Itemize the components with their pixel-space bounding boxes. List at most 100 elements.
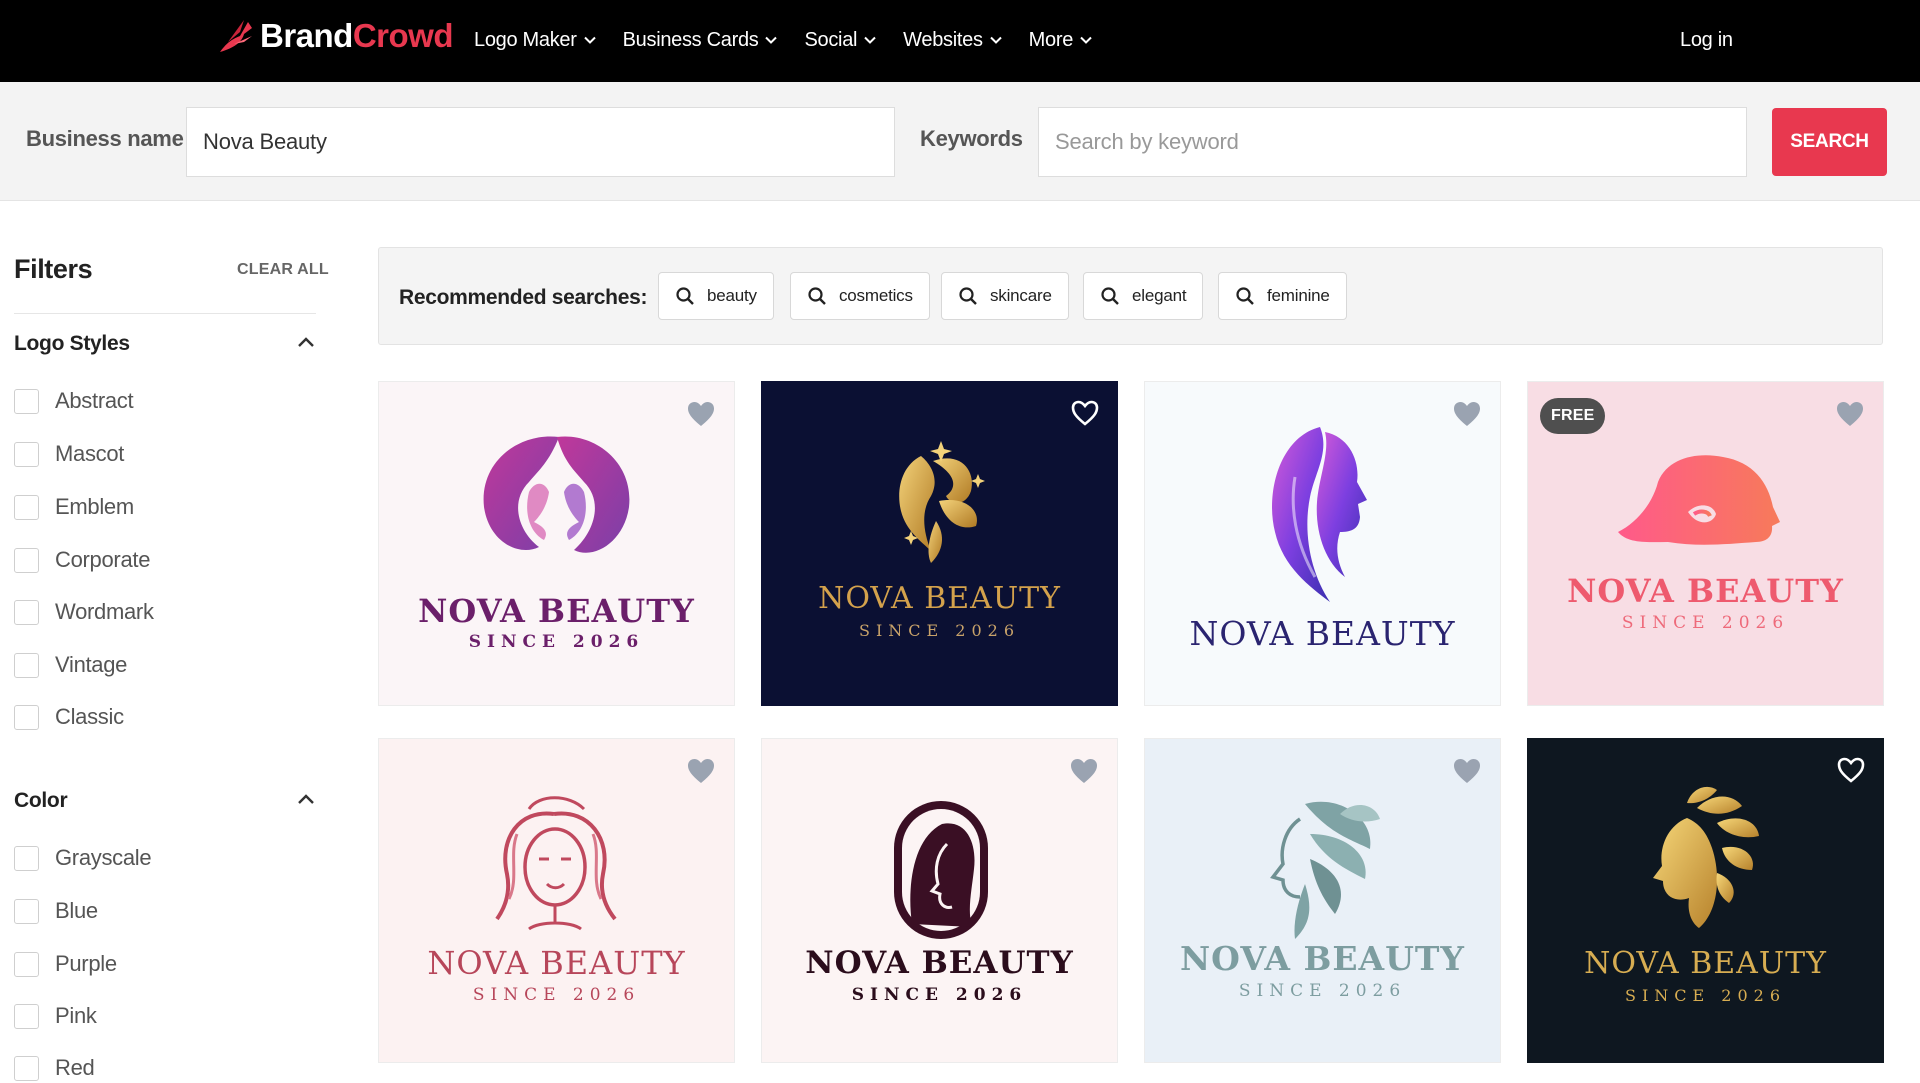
nav-websites-label: Websites: [903, 28, 983, 51]
brandcrowd-bird-icon: [220, 20, 252, 52]
filter-label: Red: [55, 1055, 95, 1080]
chip-cosmetics[interactable]: cosmetics: [790, 272, 930, 320]
nav-more-label: More: [1028, 28, 1074, 51]
keywords-input[interactable]: Search by keyword: [1038, 107, 1747, 177]
color-heading: Color: [14, 789, 68, 812]
nav-logo-maker[interactable]: Logo Maker: [474, 22, 597, 58]
chevron-up-icon[interactable]: [296, 790, 316, 810]
heart-icon[interactable]: [1069, 757, 1099, 785]
checkbox[interactable]: [14, 845, 39, 871]
heart-outline-icon[interactable]: [1070, 399, 1100, 427]
chip-feminine[interactable]: feminine: [1218, 272, 1347, 320]
logo-card[interactable]: NOVA BEAUTY SINCE 2026: [761, 738, 1118, 1063]
filter-classic[interactable]: Classic: [14, 702, 124, 732]
checkbox[interactable]: [14, 1003, 39, 1029]
logo-card[interactable]: NOVA BEAUTY SINCE 2026 FREE: [1527, 381, 1884, 706]
clear-all-button[interactable]: CLEAR ALL: [237, 261, 329, 279]
filter-abstract[interactable]: Abstract: [14, 386, 134, 416]
filter-pink[interactable]: Pink: [14, 1001, 97, 1031]
brand-name-part2: Crowd: [352, 17, 454, 54]
brand-name: BrandCrowd: [260, 17, 454, 55]
filter-red[interactable]: Red: [14, 1053, 95, 1083]
nav-websites[interactable]: Websites: [903, 22, 1003, 58]
logo-name: NOVA BEAUTY: [818, 581, 1061, 616]
logo-styles-heading: Logo Styles: [14, 332, 130, 355]
checkbox[interactable]: [14, 494, 39, 520]
heart-icon[interactable]: [686, 400, 716, 428]
checkbox[interactable]: [14, 599, 39, 625]
chip-beauty[interactable]: beauty: [658, 272, 774, 320]
recommended-searches: Recommended searches: beauty cosmetics s…: [378, 247, 1883, 345]
filter-emblem[interactable]: Emblem: [14, 492, 134, 522]
logo-card[interactable]: NOVA BEAUTY SINCE 2026: [1144, 738, 1501, 1063]
filter-grayscale[interactable]: Grayscale: [14, 843, 152, 873]
logo-card[interactable]: NOVA BEAUTY SINCE 2026: [378, 738, 735, 1063]
main-menu: Logo Maker Business Cards Social Website…: [474, 22, 1119, 58]
nav-business-cards-label: Business Cards: [622, 28, 759, 51]
heart-icon[interactable]: [1835, 400, 1865, 428]
search-icon: [1101, 287, 1119, 305]
heart-icon[interactable]: [1452, 400, 1482, 428]
logo-tagline: SINCE 2026: [1624, 986, 1786, 1005]
filter-purple[interactable]: Purple: [14, 949, 117, 979]
logo-name: NOVA BEAUTY: [427, 944, 686, 982]
recommended-label: Recommended searches:: [399, 286, 648, 309]
logo-name: NOVA BEAUTY: [1179, 939, 1465, 978]
logo-name: NOVA BEAUTY: [418, 592, 695, 630]
logo-card[interactable]: NOVA BEAUTY SINCE 2026: [1527, 738, 1884, 1063]
logo-name: NOVA BEAUTY: [1189, 614, 1456, 653]
filter-label: Wordmark: [55, 599, 154, 624]
logo-tagline: SINCE 2026: [468, 632, 645, 652]
search-icon: [959, 287, 977, 305]
heart-outline-icon[interactable]: [1836, 756, 1866, 784]
chevron-up-icon[interactable]: [296, 333, 316, 353]
logo-card[interactable]: NOVA BEAUTY: [1144, 381, 1501, 706]
checkbox[interactable]: [14, 704, 39, 730]
business-name-input[interactable]: Nova Beauty: [186, 107, 895, 177]
chevron-down-icon: [864, 36, 876, 44]
gold-laurel-woman-icon: [1653, 786, 1759, 928]
logo-card[interactable]: NOVA BEAUTY SINCE 2026: [761, 381, 1118, 706]
checkbox[interactable]: [14, 441, 39, 467]
heart-icon[interactable]: [1452, 757, 1482, 785]
filters-title: Filters: [14, 254, 93, 284]
filter-vintage[interactable]: Vintage: [14, 650, 127, 680]
heart-icon[interactable]: [686, 757, 716, 785]
checkbox[interactable]: [14, 388, 39, 414]
nav-business-cards[interactable]: Business Cards: [623, 22, 779, 58]
search-icon: [1236, 287, 1254, 305]
filter-mascot[interactable]: Mascot: [14, 439, 124, 469]
login-link[interactable]: Log in: [1680, 22, 1733, 58]
line-art-woman-icon: [495, 796, 617, 931]
filter-label: Emblem: [55, 494, 134, 519]
search-button[interactable]: SEARCH: [1772, 108, 1887, 176]
chip-label: elegant: [1132, 286, 1187, 305]
chip-label: feminine: [1267, 286, 1330, 305]
filter-wordmark[interactable]: Wordmark: [14, 597, 154, 627]
filter-label: Purple: [55, 951, 117, 976]
filter-label: Blue: [55, 898, 98, 923]
logo-card[interactable]: NOVA BEAUTY SINCE 2026: [378, 381, 735, 706]
nav-logo-maker-label: Logo Maker: [474, 28, 577, 51]
filter-corporate[interactable]: Corporate: [14, 545, 150, 575]
nav-social[interactable]: Social: [804, 22, 877, 58]
nav-more[interactable]: More: [1029, 22, 1093, 58]
keywords-label: Keywords: [920, 126, 1023, 151]
chip-skincare[interactable]: skincare: [941, 272, 1069, 320]
search-icon: [808, 287, 826, 305]
checkbox[interactable]: [14, 547, 39, 573]
chevron-down-icon: [765, 36, 778, 44]
chip-elegant[interactable]: elegant: [1083, 272, 1204, 320]
logo-tagline: SINCE 2026: [472, 985, 641, 1005]
filter-blue[interactable]: Blue: [14, 896, 98, 926]
gold-leaf-woman-icon: [899, 441, 985, 563]
filter-label: Classic: [55, 704, 124, 729]
checkbox[interactable]: [14, 951, 39, 977]
filter-label: Abstract: [55, 388, 134, 413]
checkbox[interactable]: [14, 898, 39, 924]
brand-logo[interactable]: BrandCrowd: [214, 14, 454, 58]
checkbox[interactable]: [14, 1055, 39, 1081]
logo-name: NOVA BEAUTY: [1567, 572, 1844, 610]
free-badge: FREE: [1540, 398, 1606, 434]
checkbox[interactable]: [14, 652, 39, 678]
